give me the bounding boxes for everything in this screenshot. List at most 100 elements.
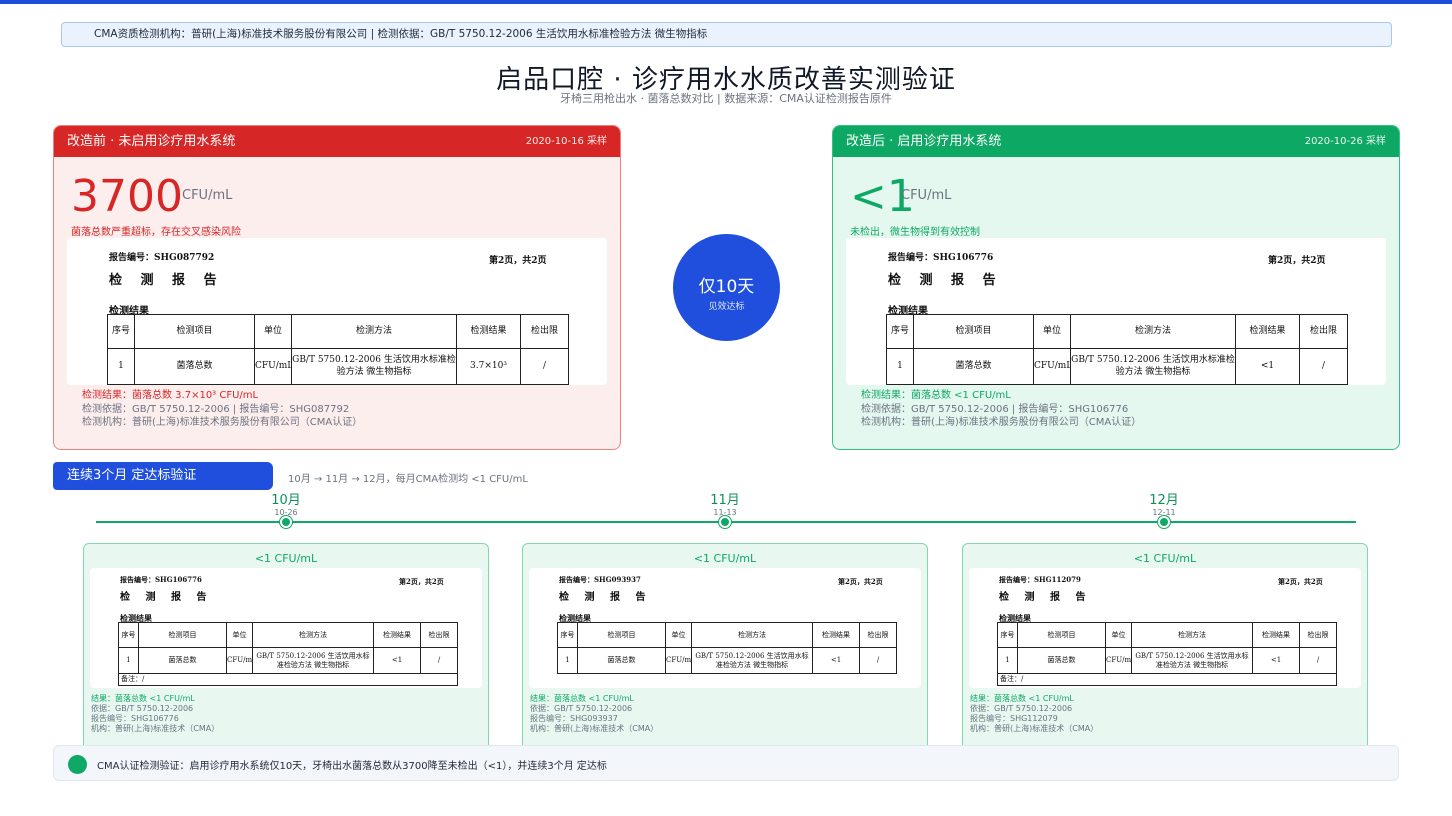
monthly-result: 结果：菌落总数 <1 CFU/mL	[970, 694, 1074, 703]
before-agency: 检测机构：普研(上海)标准技术服务股份有限公司（CMA认证）	[82, 417, 363, 428]
cell: <1	[1252, 647, 1300, 674]
table-header-row: 序号 检测项目 单位 检测方法 检测结果 检出限	[107, 314, 569, 349]
cell: 1	[997, 647, 1018, 674]
monthly-basis: 依据：GB/T 5750.12-2006	[530, 704, 633, 713]
col-header: 检测方法	[1131, 622, 1253, 648]
summary-text: CMA认证检测验证：启用诊疗用水系统仅10天，牙椅出水菌落总数从3700降至未检…	[97, 761, 607, 772]
monthly-meta: 结果：菌落总数 <1 CFU/mL 依据：GB/T 5750.12-2006 报…	[530, 694, 658, 734]
cell: <1	[812, 647, 860, 674]
cell: /	[520, 348, 569, 385]
cell: /	[420, 647, 458, 674]
before-report-image[interactable]: 报告编号：SHG087792 第2页，共2页 检 测 报 告 检测结果 序号 检…	[67, 238, 607, 385]
cell: <1	[373, 647, 421, 674]
before-panel-title: 改造前 · 未启用诊疗用水系统	[67, 134, 236, 149]
before-colony-unit: CFU/mL	[182, 188, 233, 203]
before-meta: 检测结果：菌落总数 3.7×10³ CFU/mL 检测依据：GB/T 5750.…	[82, 389, 362, 430]
cell: CFU/mL	[226, 647, 253, 674]
cell: 1	[118, 647, 139, 674]
col-header: 检测结果	[1235, 314, 1300, 349]
col-header: 检测项目	[134, 314, 255, 349]
cell: /	[1299, 348, 1348, 385]
cell: GB/T 5750.12-2006 生活饮用水标准检验方法 微生物指标	[1070, 348, 1236, 385]
page-subtitle: 牙椅三用枪出水 · 菌落总数对比 | 数据来源：CMA认证检测报告原件	[560, 92, 892, 105]
before-result: 检测结果：菌落总数 3.7×10³ CFU/mL	[82, 390, 259, 401]
table-row: 1 菌落总数 CFU/mL GB/T 5750.12-2006 生活饮用水标准检…	[886, 348, 1348, 385]
report-table: 序号 检测项目 单位 检测方法 检测结果 检出限 1 菌落总数 CFU/mL G…	[118, 622, 458, 686]
col-header: 序号	[557, 622, 578, 648]
after-panel-title: 改造后 · 启用诊疗用水系统	[846, 134, 1002, 149]
col-header: 检出限	[859, 622, 897, 648]
timeline-month: 11月	[710, 493, 740, 508]
report-title: 检 测 报 告	[888, 273, 1003, 288]
col-header: 检测结果	[1252, 622, 1300, 648]
monthly-report-image[interactable]: 报告编号：SHG093937 第2页，共2页 检 测 报 告 检测结果 序号 检…	[529, 568, 921, 688]
report-table: 序号 检测项目 单位 检测方法 检测结果 检出限 1 菌落总数 CFU/mL G…	[107, 314, 569, 385]
after-meta: 检测结果：菌落总数 <1 CFU/mL 检测依据：GB/T 5750.12-20…	[861, 389, 1141, 430]
cell: /	[1299, 647, 1337, 674]
col-header: 单位	[254, 314, 292, 349]
badge-sub: 见效达标	[708, 302, 745, 312]
cell: CFU/mL	[1033, 348, 1071, 385]
cell: CFU/mL	[1105, 647, 1132, 674]
monthly-agency: 机构：普研(上海)标准技术（CMA）	[530, 724, 659, 733]
cell: 菌落总数	[913, 348, 1034, 385]
col-header: 检测项目	[577, 622, 666, 648]
after-note: 未检出，微生物得到有效控制	[850, 227, 980, 238]
cell: 1	[557, 647, 578, 674]
monthly-report-image[interactable]: 报告编号：SHG106776 第2页，共2页 检 测 报 告 检测结果 序号 检…	[90, 568, 482, 688]
report-number: 报告编号：SHG106776	[888, 253, 994, 263]
report-title: 检 测 报 告	[559, 592, 652, 603]
report-number: 报告编号：SHG106776	[120, 575, 202, 584]
cell: GB/T 5750.12-2006 生活饮用水标准检验方法 微生物指标	[291, 348, 457, 385]
col-header: 检出限	[1299, 622, 1337, 648]
report-table: 序号 检测项目 单位 检测方法 检测结果 检出限 1 菌落总数 CFU/mL G…	[997, 622, 1337, 686]
report-title: 检 测 报 告	[120, 592, 213, 603]
monthly-card-value: <1 CFU/mL	[1133, 552, 1197, 565]
before-basis: 检测依据：GB/T 5750.12-2006 | 报告编号：SHG087792	[82, 403, 350, 415]
after-report-image[interactable]: 报告编号：SHG106776 第2页，共2页 检 测 报 告 检测结果 序号 检…	[846, 238, 1386, 385]
report-page: 第2页，共2页	[399, 577, 444, 586]
report-page: 第2页，共2页	[1278, 577, 1323, 586]
monthly-card-nov: <1 CFU/mL 报告编号：SHG093937 第2页，共2页 检 测 报 告…	[522, 543, 928, 753]
table-remark-row: 备注：/	[118, 673, 458, 686]
table-row: 1 菌落总数 CFU/mL GB/T 5750.12-2006 生活饮用水标准检…	[997, 647, 1337, 674]
after-panel: 改造后 · 启用诊疗用水系统 2020-10-26 采样 <1 CFU/mL 未…	[832, 125, 1400, 450]
cell: 1	[886, 348, 914, 385]
monthly-result: 结果：菌落总数 <1 CFU/mL	[91, 694, 195, 703]
cell: /	[859, 647, 897, 674]
monthly-report-no: 报告编号：SHG106776	[91, 714, 179, 723]
cma-info-bar: CMA资质检测机构：普研(上海)标准技术服务股份有限公司 | 检测依据：GB/T…	[61, 22, 1392, 47]
monthly-agency: 机构：普研(上海)标准技术（CMA）	[91, 724, 220, 733]
table-header-row: 序号 检测项目 单位 检测方法 检测结果 检出限	[997, 622, 1337, 648]
monthly-card-dec: <1 CFU/mL 报告编号：SHG112079 第2页，共2页 检 测 报 告…	[962, 543, 1368, 753]
col-header: 检测结果	[373, 622, 421, 648]
ten-days-badge: 仅10天 见效达标	[673, 234, 780, 341]
col-header: 序号	[997, 622, 1018, 648]
monthly-card-value: <1 CFU/mL	[693, 552, 757, 565]
timeline-month: 12月	[1149, 493, 1179, 508]
before-sample-date: 2020-10-16 采样	[525, 136, 607, 147]
col-header: 检出限	[1299, 314, 1348, 349]
col-header: 序号	[118, 622, 139, 648]
cell: 3.7×10³	[456, 348, 521, 385]
monthly-report-image[interactable]: 报告编号：SHG112079 第2页，共2页 检 测 报 告 检测结果 序号 检…	[969, 568, 1361, 688]
timeline-label-dec: 12月 12-11	[1134, 494, 1194, 518]
table-row: 1 菌落总数 CFU/mL GB/T 5750.12-2006 生活饮用水标准检…	[557, 647, 897, 674]
table-header-row: 序号 检测项目 单位 检测方法 检测结果 检出限	[557, 622, 897, 648]
cell: <1	[1235, 348, 1300, 385]
monthly-report-no: 报告编号：SHG093937	[530, 714, 618, 723]
after-panel-header: 改造后 · 启用诊疗用水系统 2020-10-26 采样	[833, 126, 1399, 157]
table-row: 1 菌落总数 CFU/mL GB/T 5750.12-2006 生活饮用水标准检…	[107, 348, 569, 385]
timeline-month: 10月	[271, 493, 301, 508]
before-panel: 改造前 · 未启用诊疗用水系统 2020-10-16 采样 3700 CFU/m…	[53, 125, 621, 450]
report-number: 报告编号：SHG087792	[109, 253, 215, 263]
cell: GB/T 5750.12-2006 生活饮用水标准检验方法 微生物指标	[691, 647, 813, 674]
report-page: 第2页，共2页	[1268, 256, 1326, 266]
col-header: 检测项目	[138, 622, 227, 648]
cell: 菌落总数	[577, 647, 666, 674]
before-colony-value: 3700	[71, 171, 183, 222]
report-number: 报告编号：SHG112079	[999, 575, 1081, 584]
col-header: 检测结果	[812, 622, 860, 648]
col-header: 检测项目	[1017, 622, 1106, 648]
check-dot-icon	[68, 755, 87, 774]
